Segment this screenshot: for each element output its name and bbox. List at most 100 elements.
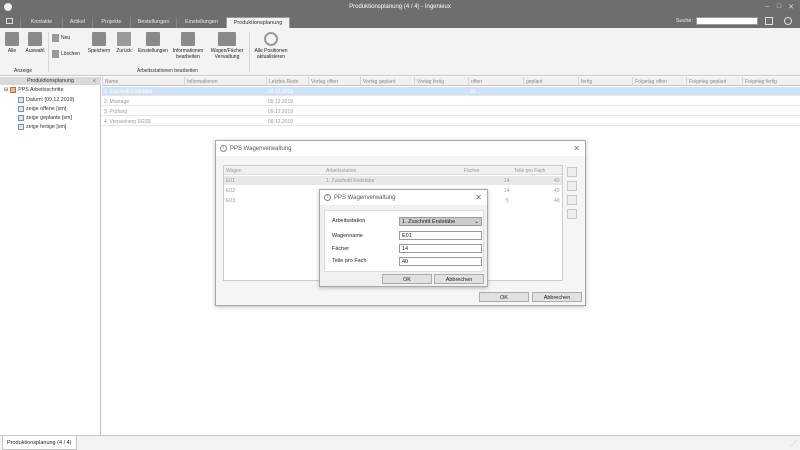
tree-item-datum[interactable]: Datum: [09.12.2019] <box>18 97 74 103</box>
tab-projekte[interactable]: Projekte <box>92 17 130 28</box>
title-bar: Produktionsplanung (4 / 4) - Ingenieux –… <box>0 0 800 15</box>
teile-label: Teile pro Fach <box>332 258 367 264</box>
teile-input[interactable]: 40 <box>399 257 482 266</box>
delete-icon <box>52 50 59 58</box>
col-geplant[interactable]: geplant <box>523 77 578 86</box>
tree-item-geplante[interactable]: zeige geplante [sm] <box>18 115 72 121</box>
close-icon[interactable]: ✕ <box>786 3 796 11</box>
settings-icon <box>146 32 160 46</box>
einstellungen-button[interactable]: Einstellungen <box>136 32 170 54</box>
zurueck-button[interactable]: Zurück <box>113 32 135 54</box>
alle-button[interactable]: Alle <box>4 32 20 54</box>
maximize-icon[interactable]: □ <box>774 3 784 10</box>
aktualisieren-label: Alle Positionen aktualisieren <box>254 48 288 60</box>
list-icon[interactable] <box>567 209 577 219</box>
left-panel: Produktionsplanung « ⊟ PPS Arbeitsschritt… <box>0 77 101 435</box>
tab-kontakte[interactable]: Kontakte <box>20 17 62 28</box>
tab-artikel[interactable]: Artikel <box>62 17 92 28</box>
speichern-label: Speichern <box>87 48 111 54</box>
gear-icon[interactable] <box>784 17 792 25</box>
group-arbeitsstationen: Arbeitsstationen bearbeiten <box>137 68 198 74</box>
col-vortag-fertig[interactable]: Vortag fertig <box>414 77 468 86</box>
dialog-title: PPS Wagenverwaltung <box>216 141 585 156</box>
selection-icon <box>28 32 42 46</box>
info-icon: i <box>220 145 227 152</box>
table-row[interactable]: 1. Zuschnitt Endstäbe 09.12.2019 30 <box>102 87 800 96</box>
table-row[interactable]: 4. Verpackung SGS5 09.12.2019 <box>102 117 800 126</box>
grid-header: Name Informationen Letztes Redo Vortag o… <box>102 77 800 86</box>
aktualisieren-button[interactable]: Alle Positionen aktualisieren <box>251 32 291 60</box>
loeschen-label: Löschen <box>61 51 80 57</box>
gift-icon[interactable] <box>765 17 773 25</box>
list-icon <box>18 115 24 121</box>
cart-icon <box>218 32 236 46</box>
arbeitsstation-label: Arbeitsstation <box>332 218 366 224</box>
close-icon[interactable]: ✕ <box>573 144 580 153</box>
minimize-icon[interactable]: – <box>762 3 772 10</box>
steps-icon <box>10 87 17 93</box>
group-anzeige: Anzeige <box>14 68 33 74</box>
status-tab[interactable]: Produktionsplanung (4 / 4) <box>2 436 77 450</box>
neu-button[interactable]: Neu <box>52 34 70 42</box>
window-title: Produktionsplanung (4 / 4) - Ingenieux <box>349 4 451 10</box>
informationen-button[interactable]: Informationen bearbeiten <box>170 32 206 60</box>
undo-icon <box>117 32 131 46</box>
tab-bestellungen[interactable]: Bestellungen <box>130 17 176 28</box>
add-icon[interactable] <box>567 167 577 177</box>
col-folgetag-geplant[interactable]: Folgetag geplant <box>686 77 742 86</box>
table-row[interactable]: E01 1. Zuschnitt Endstäbe 14 40 <box>224 176 562 185</box>
new-icon <box>52 34 59 42</box>
delete-icon[interactable] <box>567 195 577 205</box>
wagen-edit-dialog: PPS Wagenverwaltung i ✕ Arbeitsstation 1… <box>319 189 488 287</box>
table-row[interactable]: 3. Prüfung 09.12.2019 <box>102 107 800 116</box>
search-label: Suche: <box>675 18 693 24</box>
grid-icon <box>5 32 19 46</box>
search-input[interactable] <box>696 17 758 25</box>
wagenname-label: Wagenname <box>332 233 363 239</box>
dialog-title: PPS Wagenverwaltung <box>320 190 487 205</box>
col-folgetag-fertig[interactable]: Folgetag fertig <box>742 77 800 86</box>
ok-button[interactable]: OK <box>382 274 432 284</box>
col-name[interactable]: Name <box>102 77 184 86</box>
ok-button[interactable]: OK <box>479 292 529 302</box>
faecher-input[interactable]: 14 <box>399 244 482 253</box>
col-info[interactable]: Informationen <box>184 77 266 86</box>
calendar-icon <box>18 97 24 103</box>
neu-label: Neu <box>61 35 71 41</box>
col-vortag-offen[interactable]: Vortag offen <box>308 77 360 86</box>
chevron-down-icon: ⌄ <box>474 218 479 225</box>
loeschen-button[interactable]: Löschen <box>52 50 80 58</box>
list-icon <box>18 124 24 130</box>
close-icon[interactable]: ✕ <box>475 193 482 202</box>
ribbon: Alle Auswahl Neu Löschen Speichern Zurüc… <box>0 28 800 76</box>
collapse-panel-icon[interactable]: « <box>93 78 96 84</box>
table-row[interactable]: 2. Montage 09.12.2019 <box>102 97 800 106</box>
auswahl-button[interactable]: Auswahl <box>24 32 46 54</box>
status-bar: Produktionsplanung (4 / 4) ⋰ <box>0 435 800 450</box>
col-fertig[interactable]: fertig <box>578 77 632 86</box>
informationen-label: Informationen bearbeiten <box>172 48 204 60</box>
tree-root[interactable]: ⊟ PPS Arbeitsschritte <box>4 87 64 93</box>
edit-icon[interactable] <box>567 181 577 191</box>
tree-item-offene[interactable]: zeige offene [sm] <box>18 106 66 112</box>
arbeitsstation-select[interactable]: 1. Zuschnitt Endstäbe ⌄ <box>399 217 482 226</box>
cancel-button[interactable]: Abbrechen <box>434 274 484 284</box>
tab-einstellungen[interactable]: Einstellungen <box>176 17 226 28</box>
tree-item-fertige[interactable]: zeige fertige [sm] <box>18 124 66 130</box>
info-icon: i <box>324 194 331 201</box>
col-offen[interactable]: offen <box>468 77 523 86</box>
speichern-button[interactable]: Speichern <box>86 32 112 54</box>
app-menu-icon[interactable] <box>6 18 13 24</box>
tab-produktionsplanung[interactable]: Produktionsplanung <box>226 17 290 28</box>
edit-icon <box>181 32 195 46</box>
wagenname-input[interactable]: E01 <box>399 231 482 240</box>
col-date[interactable]: Letztes Redo <box>266 77 308 86</box>
col-vortag-geplant[interactable]: Vortag geplant <box>360 77 414 86</box>
wagen-table-header: Wagen Arbeitsstation Fächer Teile pro Fa… <box>224 166 562 175</box>
faecher-label: Fächer <box>332 246 350 252</box>
resize-grip-icon[interactable]: ⋰ <box>791 440 797 447</box>
wagen-label: Wagen/Fächer Verwaltung <box>210 48 244 60</box>
cancel-button[interactable]: Abbrechen <box>532 292 582 302</box>
col-folgetag-offen[interactable]: Folgetag offen <box>632 77 686 86</box>
wagen-button[interactable]: Wagen/Fächer Verwaltung <box>207 32 247 60</box>
